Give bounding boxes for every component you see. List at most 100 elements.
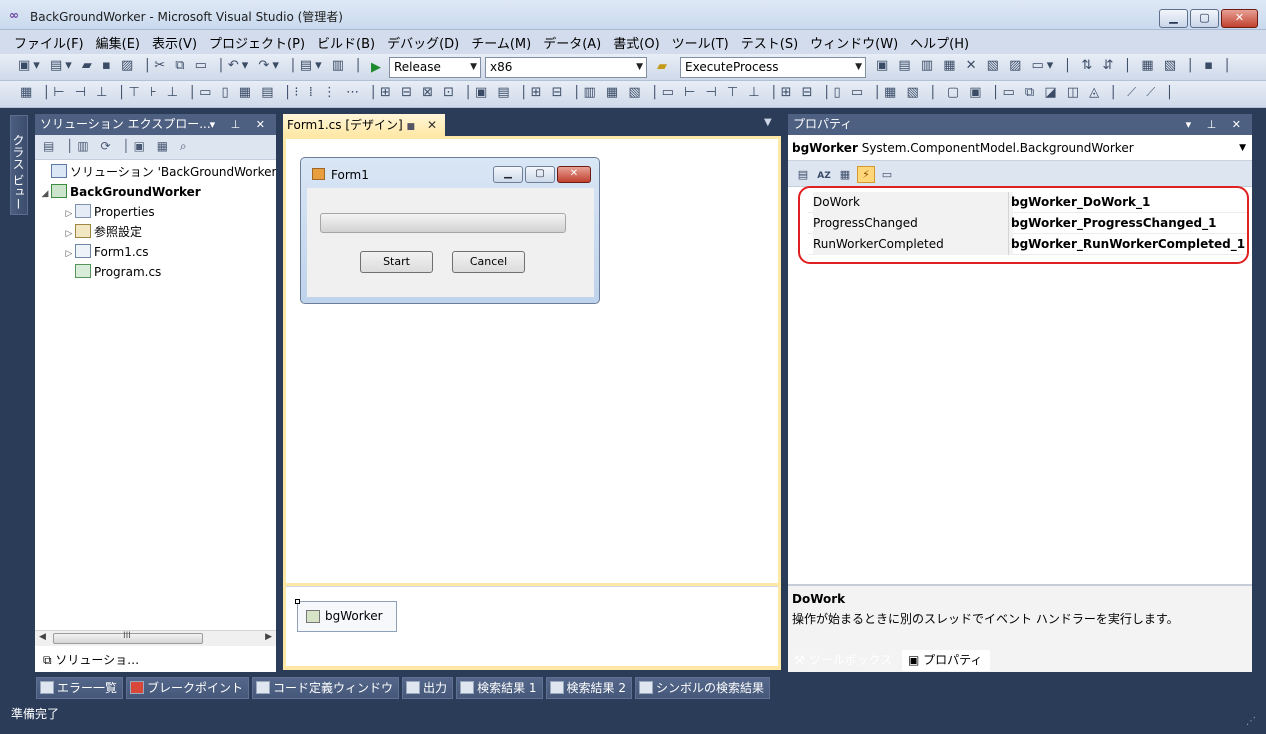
alphabetical-icon[interactable]: AZ xyxy=(815,168,833,185)
chevron-down-icon: ▼ xyxy=(855,62,862,72)
tree-item-label: Form1.cs xyxy=(94,245,149,259)
object-selector-dropdown[interactable]: bgWorker System.ComponentModel.Backgroun… xyxy=(788,135,1252,161)
layout-toolbar-icons[interactable]: ▦ │⊢ ⊣ ⊥ │⊤ ⊦ ⊥ │▭ ▯ ▦ ▤ │⁝ ⁞ ⋮ ⋯ │⊞ ⊟ ⊠… xyxy=(20,85,1260,105)
design-surface[interactable]: Form1 ▁ ▢ ✕ Start Cancel xyxy=(286,139,778,583)
panel-controls[interactable]: ▾ ⊥ ✕ xyxy=(1186,114,1247,135)
form1-window[interactable]: Form1 ▁ ▢ ✕ Start Cancel xyxy=(300,157,600,304)
resize-grip-icon[interactable]: ⋰ xyxy=(1246,716,1256,727)
find-combo-value: ExecuteProcess xyxy=(685,60,779,74)
collapse-arrow-icon[interactable]: ◢ xyxy=(39,185,51,204)
selection-handle[interactable] xyxy=(295,599,300,604)
tab-solution-explorer[interactable]: ⧉ ソリューショ… xyxy=(37,650,157,671)
window-toolbar-icons[interactable]: ▣ ▤ ▥ ▦ ✕ ▧ ▨ ▭▾ │ ⇅ ⇵ │ ▦ ▧ │ ▪ │ xyxy=(876,58,1256,78)
tool-window-tabs: エラー一覧 ブレークポイント コード定義ウィンドウ 出力 検索結果 1 検索結果… xyxy=(36,677,773,700)
tab-find-results-2[interactable]: 検索結果 2 xyxy=(545,677,632,699)
tree-item-program[interactable]: Program.cs xyxy=(63,263,161,282)
solution-explorer-header: ソリューション エクスプロー... ▾ ⊥ ✕ xyxy=(35,114,276,135)
find-in-files-icon[interactable]: ▰ xyxy=(657,59,667,74)
solution-tree: ソリューション 'BackGroundWorker' (1 プロジェクト) ◢ B… xyxy=(35,160,276,640)
maximize-button[interactable]: ▢ xyxy=(1190,9,1219,28)
chevron-down-icon: ▼ xyxy=(1239,143,1246,153)
solution-explorer-title: ソリューション エクスプロー... xyxy=(40,117,211,131)
tab-output[interactable]: 出力 xyxy=(402,677,454,699)
events-lightning-icon[interactable]: ⚡ xyxy=(857,166,875,183)
menu-test[interactable]: テスト(S) xyxy=(735,33,804,52)
document-tab-form1-design[interactable]: Form1.cs [デザイン] ■ ✕ xyxy=(283,114,445,136)
menu-file[interactable]: ファイル(F) xyxy=(8,33,90,52)
tree-item-form1[interactable]: ▷ Form1.cs xyxy=(63,243,149,262)
horizontal-scrollbar[interactable]: ◀ III ▶ xyxy=(35,630,276,646)
tab-find-symbol-results[interactable]: シンボルの検索結果 xyxy=(634,677,770,699)
tab-code-definition[interactable]: コード定義ウィンドウ xyxy=(252,677,400,699)
solution-tab-icon: ⧉ xyxy=(43,653,56,667)
tab-toolbox[interactable]: ⚒ ツールボックス xyxy=(788,650,900,671)
find-results-icon xyxy=(460,681,475,694)
component-tray: bgWorker xyxy=(286,586,778,666)
tree-item-label: Program.cs xyxy=(94,265,162,279)
form-icon xyxy=(312,168,325,180)
form-close-button[interactable]: ✕ xyxy=(557,166,591,183)
menu-help[interactable]: ヘルプ(H) xyxy=(904,33,975,52)
menu-window[interactable]: ウィンドウ(W) xyxy=(804,33,904,52)
form-maximize-button[interactable]: ▢ xyxy=(525,166,555,183)
tab-resource-view[interactable]: ▣ リソース ビュー xyxy=(160,650,276,671)
menu-edit[interactable]: 編集(E) xyxy=(90,33,146,52)
tab-properties[interactable]: ▣ プロパティ xyxy=(902,650,990,671)
scroll-left-arrow-icon[interactable]: ◀ xyxy=(39,632,46,642)
tree-item-references[interactable]: ▷ 参照設定 xyxy=(63,223,142,242)
tab-error-list[interactable]: エラー一覧 xyxy=(36,677,124,699)
title-bar: ∞ BackGroundWorker - Microsoft Visual St… xyxy=(0,0,1266,30)
lock-icon: ■ xyxy=(406,122,416,132)
start-button[interactable]: Start xyxy=(360,251,433,273)
form-minimize-button[interactable]: ▁ xyxy=(493,166,523,183)
bgworker-component[interactable]: bgWorker xyxy=(295,599,397,632)
panel-controls[interactable]: ▾ ⊥ ✕ xyxy=(210,114,271,135)
expand-arrow-icon[interactable]: ▷ xyxy=(63,205,75,224)
tab-find-results-1[interactable]: 検索結果 1 xyxy=(456,677,543,699)
solution-configuration-dropdown[interactable]: Release ▼ xyxy=(389,57,481,78)
solution-platform-dropdown[interactable]: x86 ▼ xyxy=(485,57,647,78)
property-pages-icon[interactable]: ▭ xyxy=(878,167,896,184)
cancel-button[interactable]: Cancel xyxy=(452,251,525,273)
menu-project[interactable]: プロジェクト(P) xyxy=(203,33,311,52)
tree-item-properties[interactable]: ▷ Properties xyxy=(63,203,155,222)
visual-studio-logo-icon: ∞ xyxy=(9,8,19,22)
close-button[interactable]: ✕ xyxy=(1221,9,1258,28)
start-debugging-icon[interactable]: ▶ xyxy=(371,60,381,75)
expand-arrow-icon[interactable]: ▷ xyxy=(63,245,75,264)
properties-icon[interactable]: ▦ xyxy=(836,167,854,184)
progress-bar[interactable] xyxy=(320,213,566,233)
document-list-dropdown-icon[interactable]: ▼ xyxy=(764,117,772,128)
minimize-button[interactable]: ▁ xyxy=(1159,9,1188,28)
categorized-icon[interactable]: ▤ xyxy=(794,167,812,184)
menu-bar: ファイル(F) 編集(E) 表示(V) プロジェクト(P) ビルド(B) デバッ… xyxy=(0,30,1266,54)
menu-team[interactable]: チーム(M) xyxy=(465,33,537,52)
status-bar: 準備完了 xyxy=(0,702,1266,734)
standard-toolbar-icons[interactable]: ▣▾ ▤▾ ▰ ▪ ▨ │✂ ⧉ ▭ │↶▾ ↷▾ │▤▾ ▥ │ xyxy=(18,58,363,78)
expand-arrow-icon[interactable]: ▷ xyxy=(63,225,75,244)
form-title: Form1 xyxy=(331,168,369,182)
menu-debug[interactable]: デバッグ(D) xyxy=(381,33,465,52)
menu-data[interactable]: データ(A) xyxy=(537,33,607,52)
menu-format[interactable]: 書式(O) xyxy=(607,33,665,52)
red-highlight-annotation xyxy=(798,186,1249,264)
scrollbar-grip-icon: III xyxy=(123,631,131,641)
window-title: BackGroundWorker - Microsoft Visual Stud… xyxy=(30,10,343,24)
tree-item-label: ソリューション 'BackGroundWorker' (1 プロジェクト) xyxy=(70,165,276,179)
tab-breakpoints[interactable]: ブレークポイント xyxy=(126,677,250,699)
tree-item-label: Properties xyxy=(94,205,155,219)
solution-explorer-toolbar[interactable]: ▤ │▥ ⟳ │▣ ▦ ⌕ xyxy=(35,135,276,160)
designer-area: Form1 ▁ ▢ ✕ Start Cancel bgWorker xyxy=(283,136,781,670)
find-combo-box[interactable]: ExecuteProcess ▼ xyxy=(680,57,866,78)
tree-item-solution[interactable]: ソリューション 'BackGroundWorker' (1 プロジェクト) xyxy=(39,163,276,182)
scroll-right-arrow-icon[interactable]: ▶ xyxy=(265,632,272,642)
menu-tools[interactable]: ツール(T) xyxy=(666,33,735,52)
menu-view[interactable]: 表示(V) xyxy=(146,33,203,52)
close-tab-icon[interactable]: ✕ xyxy=(427,114,437,136)
class-view-side-tab[interactable]: クラス ビュー xyxy=(10,115,28,215)
object-name: bgWorker xyxy=(792,141,858,155)
tree-item-project[interactable]: ◢ BackGroundWorker xyxy=(39,183,201,202)
menu-build[interactable]: ビルド(B) xyxy=(311,33,381,52)
description-title: DoWork xyxy=(792,592,846,606)
resource-view-icon: ▣ xyxy=(166,653,182,667)
